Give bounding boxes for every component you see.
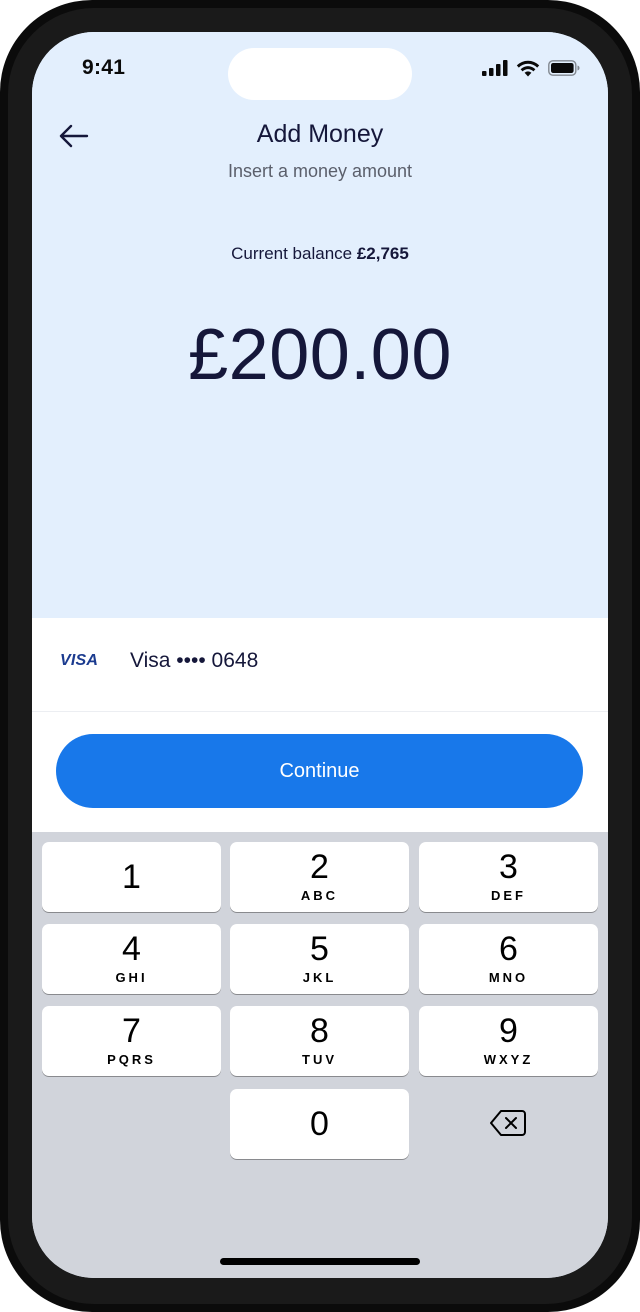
key-4[interactable]: 4 GHI — [42, 924, 221, 994]
cellular-signal-icon — [482, 60, 508, 76]
payment-section: VISA Visa •••• 0648 Continue — [32, 618, 608, 832]
current-balance: Current balance £2,765 — [32, 244, 608, 264]
key-6[interactable]: 6 MNO — [419, 924, 598, 994]
key-5[interactable]: 5 JKL — [230, 924, 409, 994]
visa-logo: VISA — [60, 652, 99, 669]
key-digit: 8 — [310, 1012, 329, 1050]
home-indicator — [220, 1258, 420, 1265]
key-digit: 0 — [310, 1105, 329, 1143]
card-label: Visa •••• 0648 — [130, 649, 259, 672]
key-digit: 4 — [122, 930, 141, 968]
key-letters: MNO — [488, 970, 529, 985]
key-1[interactable]: 1 — [42, 842, 221, 912]
key-letters: ABC — [300, 888, 339, 903]
balance-label: Current balance — [231, 244, 353, 263]
page-title: Add Money — [256, 120, 384, 148]
key-2[interactable]: 2 ABC — [230, 842, 409, 912]
key-digit: 2 — [310, 848, 329, 886]
delete-key[interactable] — [418, 1088, 597, 1158]
phone-frame: 9:41 Add Money Insert a money amount Cur… — [0, 0, 640, 1312]
key-digit: 5 — [310, 930, 329, 968]
dynamic-island — [228, 48, 412, 100]
key-0[interactable]: 0 — [230, 1089, 409, 1159]
battery-icon — [548, 60, 580, 76]
payment-method-row[interactable]: VISA Visa •••• 0648 — [32, 618, 608, 712]
backspace-icon — [489, 1110, 526, 1136]
key-digit: 3 — [499, 848, 518, 886]
amount-display: £200.00 — [188, 315, 452, 395]
amount-area: 9:41 Add Money Insert a money amount Cur… — [32, 32, 608, 618]
key-digit: 1 — [122, 858, 141, 896]
key-3[interactable]: 3 DEF — [419, 842, 598, 912]
key-letters: WXYZ — [483, 1052, 534, 1067]
status-time: 9:41 — [82, 56, 126, 79]
key-7[interactable]: 7 PQRS — [42, 1006, 221, 1076]
page-subtitle: Insert a money amount — [227, 161, 413, 181]
numeric-keypad: 1 2 ABC 3 DEF 4 GHI 5 JKL 6 MNO 7 PQRS 8… — [32, 832, 608, 1278]
key-digit: 7 — [122, 1012, 141, 1050]
key-letters: PQRS — [107, 1052, 156, 1067]
key-letters: GHI — [115, 970, 148, 985]
key-letters: JKL — [302, 970, 337, 985]
screen: 9:41 Add Money Insert a money amount Cur… — [32, 32, 608, 1278]
key-9[interactable]: 9 WXYZ — [419, 1006, 598, 1076]
continue-button[interactable]: Continue — [56, 734, 583, 808]
key-8[interactable]: 8 TUV — [230, 1006, 409, 1076]
status-icons — [482, 58, 580, 78]
balance-value: £2,765 — [356, 244, 409, 263]
key-letters: TUV — [302, 1052, 337, 1067]
key-digit: 6 — [499, 930, 518, 968]
key-letters: DEF — [491, 888, 526, 903]
wifi-icon — [516, 60, 540, 77]
key-digit: 9 — [499, 1012, 518, 1050]
